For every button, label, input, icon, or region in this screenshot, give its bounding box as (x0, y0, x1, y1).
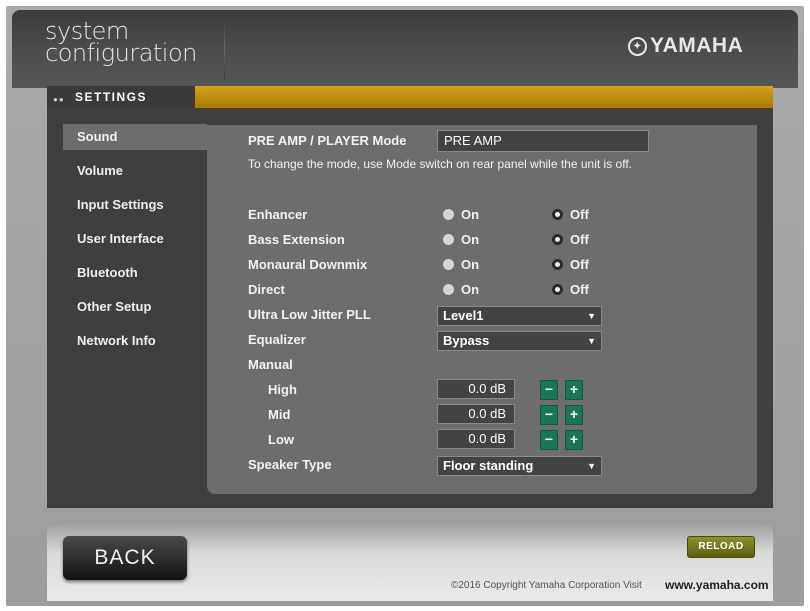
monaural-downmix-label: Monaural Downmix (248, 257, 368, 272)
chevron-down-icon: ▼ (587, 461, 596, 471)
chevron-down-icon: ▼ (587, 336, 596, 346)
back-button[interactable]: BACK (63, 536, 187, 580)
tuning-forks-emblem-icon: ✦ (628, 36, 647, 56)
sidebar-item-input-settings[interactable]: Input Settings (77, 197, 164, 212)
enhancer-off-radio[interactable]: Off (552, 207, 589, 222)
radio-unselected-icon (443, 209, 454, 220)
bass-extension-on-radio[interactable]: On (443, 232, 479, 247)
sidebar-item-bluetooth[interactable]: Bluetooth (77, 265, 138, 280)
monaural-downmix-on-radio[interactable]: On (443, 257, 479, 272)
mid-label: Mid (268, 407, 291, 422)
radio-selected-icon (552, 259, 563, 270)
radio-selected-icon (552, 284, 563, 295)
low-label: Low (268, 432, 294, 447)
radio-label: Off (570, 282, 589, 297)
sidebar-item-network-info[interactable]: Network Info (77, 333, 156, 348)
equalizer-label: Equalizer (248, 332, 306, 347)
radio-label: On (461, 257, 480, 272)
header-divider (224, 16, 225, 80)
sidebar-item-label: Network Info (77, 333, 156, 348)
tab-settings[interactable]: ●● SETTINGS (47, 86, 195, 108)
low-minus-button[interactable]: − (540, 430, 558, 450)
high-minus-button[interactable]: − (540, 380, 558, 400)
select-value: Floor standing (443, 458, 534, 473)
sidebar-item-user-interface[interactable]: User Interface (77, 231, 164, 246)
equalizer-select[interactable]: Bypass ▼ (437, 331, 602, 351)
radio-unselected-icon (443, 284, 454, 295)
sidebar-item-label: Bluetooth (77, 265, 138, 280)
speaker-type-label: Speaker Type (248, 457, 332, 472)
select-value: Level1 (443, 308, 484, 323)
reload-button[interactable]: RELOAD (687, 536, 755, 558)
logo-line-2: configuration (45, 39, 197, 67)
manual-label: Manual (248, 357, 293, 372)
bass-extension-off-radio[interactable]: Off (552, 232, 589, 247)
enhancer-label: Enhancer (248, 207, 308, 222)
chevron-down-icon: ▼ (587, 311, 596, 321)
sidebar-item-volume[interactable]: Volume (77, 163, 123, 178)
enhancer-on-radio[interactable]: On (443, 207, 479, 222)
radio-label: Off (570, 257, 589, 272)
tab-settings-label: SETTINGS (75, 90, 148, 104)
low-value: 0.0 dB (437, 429, 515, 449)
ultra-low-jitter-pll-label: Ultra Low Jitter PLL (248, 307, 371, 322)
speaker-type-select[interactable]: Floor standing ▼ (437, 456, 602, 476)
radio-label: Off (570, 207, 589, 222)
radio-label: On (461, 207, 480, 222)
low-plus-button[interactable]: + (565, 430, 583, 450)
radio-label: On (461, 232, 480, 247)
radio-selected-icon (552, 234, 563, 245)
app-logo: system configuration (45, 19, 197, 67)
bass-extension-label: Bass Extension (248, 232, 345, 247)
mode-note: To change the mode, use Mode switch on r… (248, 157, 633, 171)
yamaha-site-link[interactable]: www.yamaha.com (665, 578, 769, 592)
mid-value: 0.0 dB (437, 404, 515, 424)
high-label: High (268, 382, 297, 397)
mode-label: PRE AMP / PLAYER Mode (248, 133, 407, 148)
sidebar-item-label: Volume (77, 163, 123, 178)
mid-minus-button[interactable]: − (540, 405, 558, 425)
direct-on-radio[interactable]: On (443, 282, 479, 297)
sidebar-item-other-setup[interactable]: Other Setup (77, 299, 151, 314)
direct-off-radio[interactable]: Off (552, 282, 589, 297)
radio-unselected-icon (443, 234, 454, 245)
brand-name: YAMAHA (650, 34, 744, 57)
direct-label: Direct (248, 282, 285, 297)
sidebar-item-label: Other Setup (77, 299, 152, 314)
mode-value: PRE AMP (437, 130, 649, 152)
radio-unselected-icon (443, 259, 454, 270)
sidebar-item-label: Input Settings (77, 197, 164, 212)
copyright-text: ©2016 Copyright Yamaha Corporation Visit (451, 580, 642, 591)
mid-plus-button[interactable]: + (565, 405, 583, 425)
select-value: Bypass (443, 333, 490, 348)
radio-selected-icon (552, 209, 563, 220)
sidebar-item-label: Sound (77, 129, 118, 144)
sidebar-item-sound[interactable]: Sound (63, 124, 207, 150)
monaural-downmix-off-radio[interactable]: Off (552, 257, 589, 272)
high-plus-button[interactable]: + (565, 380, 583, 400)
high-value: 0.0 dB (437, 379, 515, 399)
ultra-low-jitter-pll-select[interactable]: Level1 ▼ (437, 306, 602, 326)
sidebar-item-label: User Interface (77, 231, 164, 246)
brand-logo: ✦ YAMAHA (628, 34, 743, 58)
radio-label: Off (570, 232, 589, 247)
radio-label: On (461, 282, 480, 297)
